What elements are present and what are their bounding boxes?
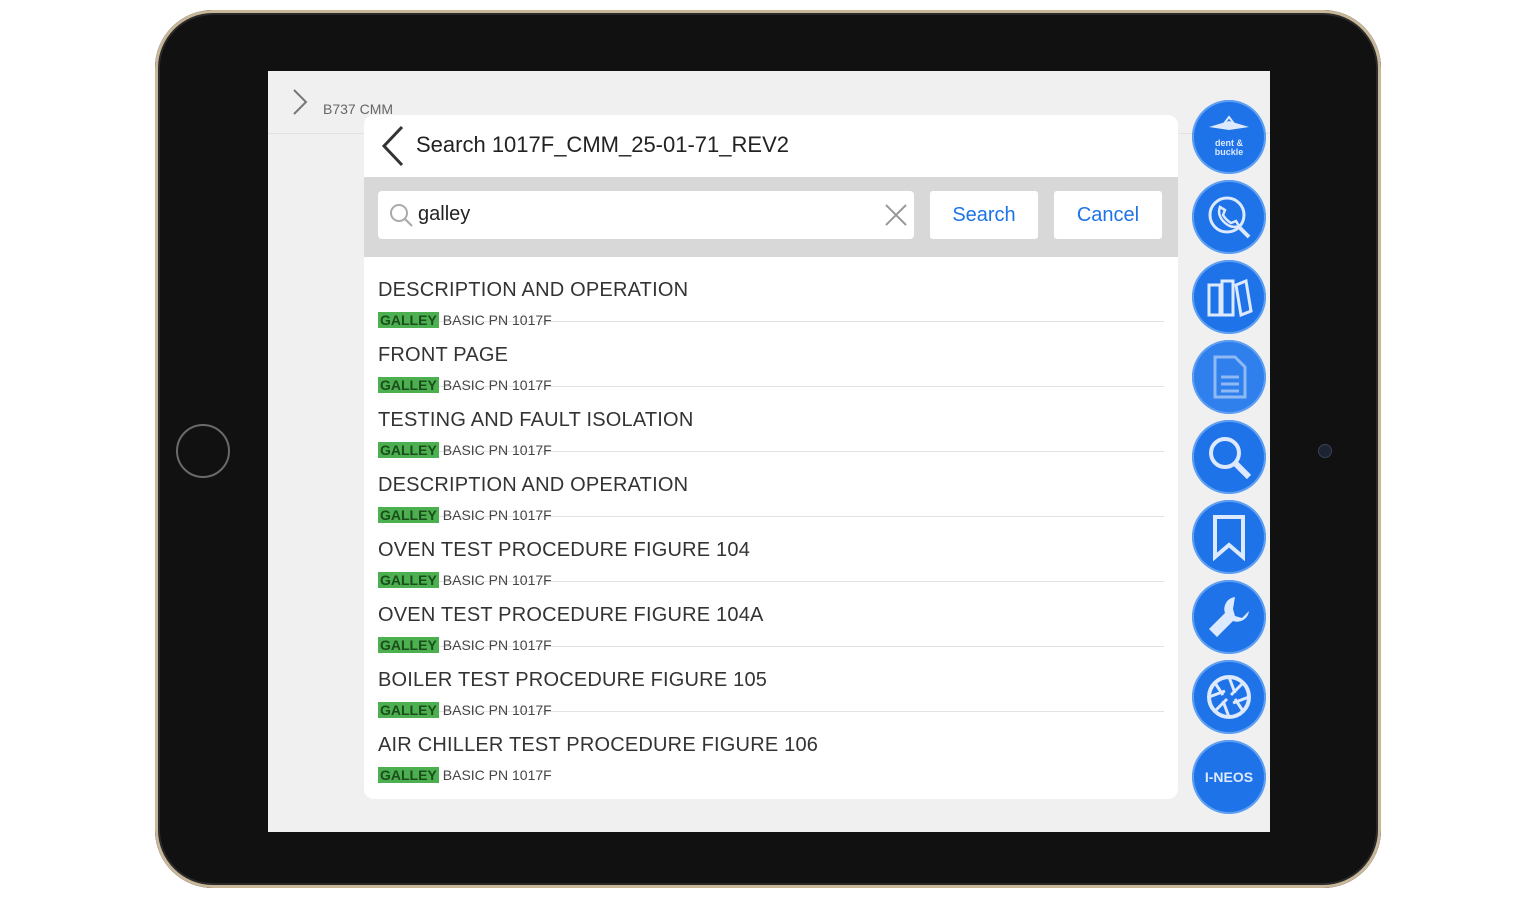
- document-icon: [1213, 355, 1247, 399]
- bookmark-button[interactable]: [1192, 500, 1266, 574]
- magnifier-icon: [390, 204, 413, 227]
- search-icon: [1209, 437, 1252, 480]
- aperture-button[interactable]: [1192, 660, 1266, 734]
- result-title: DESCRIPTION AND OPERATION: [378, 474, 689, 496]
- phone-search-button[interactable]: [1192, 180, 1266, 254]
- i-neos-button[interactable]: I-NEOS: [1192, 740, 1266, 814]
- document-button[interactable]: [1192, 340, 1266, 414]
- i-neos-icon: I-NEOS: [1204, 769, 1254, 785]
- result-title: BOILER TEST PROCEDURE FIGURE 105: [378, 669, 768, 691]
- result-title: FRONT PAGE: [378, 344, 509, 366]
- match-highlight: GALLEY: [378, 767, 439, 783]
- result-title: TESTING AND FAULT ISOLATION: [378, 409, 694, 431]
- result-subtitle: GALLEY BASIC PN 1017F: [378, 767, 552, 783]
- books-icon: [1207, 278, 1253, 318]
- list-item[interactable]: FRONT PAGE GALLEY BASIC PN 1017F: [378, 322, 1164, 393]
- tool-rail: dent & buckle I-NEOS: [1192, 100, 1268, 820]
- tools-button[interactable]: [1192, 580, 1266, 654]
- search-panel: Search 1017F_CMM_25-01-71_REV2 galley Se…: [364, 115, 1178, 799]
- clear-icon[interactable]: [884, 203, 908, 227]
- result-title: OVEN TEST PROCEDURE FIGURE 104: [378, 539, 751, 561]
- search-bar: galley Search Cancel: [364, 177, 1178, 257]
- back-chevron-icon[interactable]: [378, 125, 408, 167]
- list-item[interactable]: OVEN TEST PROCEDURE FIGURE 104A GALLEY BA…: [378, 582, 1164, 653]
- home-button[interactable]: [176, 424, 230, 478]
- panel-header: Search 1017F_CMM_25-01-71_REV2: [364, 115, 1178, 177]
- search-input[interactable]: galley: [378, 191, 914, 239]
- aperture-icon: [1207, 675, 1251, 719]
- cancel-button[interactable]: Cancel: [1054, 191, 1162, 239]
- list-item[interactable]: AIR CHILLER TEST PROCEDURE FIGURE 106 GA…: [378, 712, 1164, 783]
- search-button[interactable]: Search: [930, 191, 1038, 239]
- result-title: AIR CHILLER TEST PROCEDURE FIGURE 106: [378, 734, 819, 756]
- library-button[interactable]: [1192, 260, 1266, 334]
- camera-lens: [1318, 444, 1332, 458]
- result-title: DESCRIPTION AND OPERATION: [378, 279, 689, 301]
- chevron-right-icon[interactable]: [290, 87, 310, 117]
- list-item[interactable]: DESCRIPTION AND OPERATION GALLEY BASIC PN…: [378, 257, 1164, 328]
- wrench-icon: [1209, 597, 1249, 637]
- dent-buckle-button[interactable]: dent & buckle: [1192, 100, 1266, 174]
- search-tool-button[interactable]: [1192, 420, 1266, 494]
- search-input-value: galley: [418, 203, 471, 225]
- phone-search-icon: [1208, 196, 1251, 239]
- app-screen: B737 CMM Search 1017F_CMM_25-01-71_REV2 …: [268, 71, 1270, 832]
- list-item[interactable]: TESTING AND FAULT ISOLATION GALLEY BASIC …: [378, 387, 1164, 458]
- bookmark-icon: [1213, 515, 1245, 561]
- result-part-number: BASIC PN 1017F: [442, 767, 552, 783]
- results-list: DESCRIPTION AND OPERATION GALLEY BASIC PN…: [364, 257, 1178, 799]
- page-title: Search 1017F_CMM_25-01-71_REV2: [416, 132, 789, 157]
- list-item[interactable]: OVEN TEST PROCEDURE FIGURE 104 GALLEY BAS…: [378, 517, 1164, 588]
- list-item[interactable]: DESCRIPTION AND OPERATION GALLEY BASIC PN…: [378, 452, 1164, 523]
- result-title: OVEN TEST PROCEDURE FIGURE 104A: [378, 604, 764, 626]
- list-item[interactable]: BOILER TEST PROCEDURE FIGURE 105 GALLEY B…: [378, 647, 1164, 718]
- logo-text-bottom: buckle: [1214, 147, 1244, 157]
